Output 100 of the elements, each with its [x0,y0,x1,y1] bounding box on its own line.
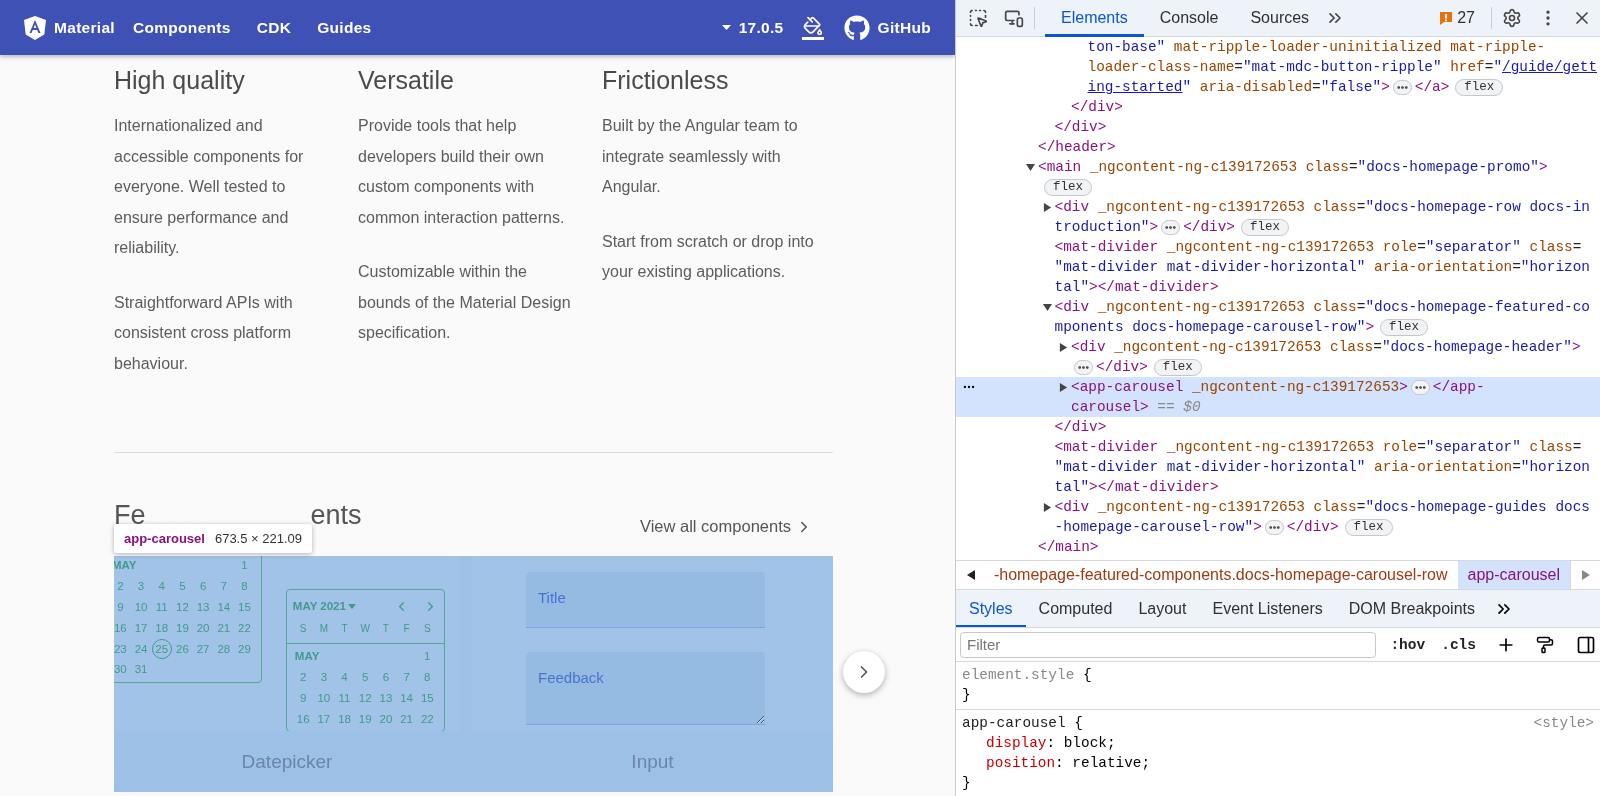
ellipsis-button[interactable] [1161,219,1181,235]
calendar-day[interactable]: 8 [417,667,438,687]
component-label[interactable]: Datepicker [114,731,460,792]
caret-down-icon[interactable] [1026,162,1035,172]
calendar-day[interactable]: 9 [293,687,314,708]
dom-node-row[interactable]: <app-carousel _ngcontent-ng-c139172653> </app- carousel> == $0 [956,377,1600,417]
calendar-day[interactable]: 21 [396,708,417,729]
home-link[interactable]: Material [24,15,115,40]
dom-node-row[interactable]: ton-base" mat-ripple-loader-uninitialized mat-ripple- loader-class-name="mat-mdc-button-ripple" href="/guide/gett ing-started" aria-disabled="false"> </a> flex [956,37,1600,97]
device-toolbar-icon[interactable] [1004,8,1024,28]
dom-node-row[interactable]: <mat-divider _ngcontent-ng-c139172653 role="separator" class= "mat-divider mat-divider-horizontal" aria-orientation="horizon tal"></mat-divider> [956,237,1600,297]
calendar-day[interactable]: 18 [334,708,355,729]
calendar-day[interactable]: 27 [193,638,214,659]
dom-node-row[interactable]: <mat-divider _ngcontent-ng-c139172653 role="separator" class= "mat-divider mat-divider-horizontal" aria-orientation="horizon tal"></mat-divider> [956,437,1600,497]
calendar-day[interactable]: 19 [355,708,376,729]
calendar-day[interactable]: 14 [213,597,234,617]
flex-badge[interactable]: flex [1455,78,1504,96]
calendar-day[interactable]: 12 [355,687,376,708]
calendar-day[interactable]: 17 [131,617,152,638]
calendar-day[interactable]: 20 [375,708,396,729]
calendar-day[interactable]: 17 [313,708,334,729]
devtools-tab[interactable]: Console [1143,0,1235,37]
panel-tab[interactable]: Styles [956,590,1026,627]
flex-badge[interactable]: flex [1380,318,1429,336]
sidebar-toggle-icon[interactable] [1576,634,1596,655]
flex-badge[interactable]: flex [1044,178,1092,196]
caret-right-icon[interactable] [1059,382,1068,392]
ellipsis-button[interactable] [1410,379,1430,395]
calendar-day[interactable]: 6 [193,576,214,597]
nav-link[interactable]: Guides [317,18,372,37]
component-label[interactable]: Input [472,731,833,792]
href-link[interactable]: /guide/gett [1502,59,1598,75]
calendar-day[interactable]: 26 [172,638,193,659]
dom-node-row[interactable]: <div _ngcontent-ng-c139172653 class="docs-homepage-header"> </div> flex [956,337,1600,377]
calendar-day[interactable]: 13 [375,687,396,708]
calendar-day[interactable]: 11 [334,687,355,708]
calendar-day[interactable]: 7 [213,576,234,597]
calendar-day[interactable]: 14 [396,687,417,708]
nav-link[interactable]: CDK [256,18,292,37]
href-link[interactable]: ing-started [1087,79,1183,95]
calendar-day[interactable]: 30 [114,659,131,680]
calendar-day[interactable]: 6 [375,667,396,687]
panel-tab[interactable]: Layout [1125,590,1200,627]
caret-right-icon[interactable] [1042,502,1052,512]
textarea-field[interactable]: Feedback [526,652,765,725]
dom-node-row[interactable]: <main _ngcontent-ng-c139172653 class="docs-homepage-promo"> flex [956,157,1600,197]
theme-picker-button[interactable] [801,15,824,40]
calendar-day[interactable]: 28 [213,638,234,659]
calendar-day[interactable]: 5 [355,667,376,687]
panel-tab[interactable]: DOM Breakpoints [1335,590,1488,627]
issues-button[interactable]: 27 [1433,8,1481,28]
devtools-tab[interactable]: Sources [1234,0,1326,37]
calendar-day[interactable]: 31 [131,659,152,680]
input-field[interactable]: Title [526,572,765,628]
inspect-element-icon[interactable] [968,8,988,28]
filter-field[interactable]: Filter [960,631,1377,658]
calendar-day[interactable]: 4 [151,576,172,597]
calendar-day[interactable]: 16 [114,617,131,638]
calendar-day[interactable]: 9 [114,597,131,617]
calendar-day[interactable]: 4 [334,667,355,687]
paint-roller-icon[interactable] [1536,635,1554,654]
filter-toggle-button[interactable]: :hov [1388,636,1428,653]
calendar-day[interactable]: 19 [172,617,193,638]
caret-down-icon[interactable] [1042,302,1052,312]
calendar-day[interactable]: 2 [293,667,314,687]
filter-toggle-button[interactable]: .cls [1439,636,1478,653]
calendar-day[interactable]: 7 [396,667,417,687]
version-selector[interactable]: 17.0.5 [721,18,784,37]
panel-tab[interactable]: Event Listeners [1199,590,1336,627]
calendar-day[interactable]: 22 [234,617,255,638]
github-link[interactable]: GitHub [843,14,931,41]
calendar-day[interactable]: 24 [131,638,152,659]
view-all-link[interactable]: View all components [639,517,833,536]
calendar-day[interactable]: 15 [417,687,438,708]
calendar-day[interactable]: 22 [417,708,438,729]
ellipsis-button[interactable] [1264,519,1284,535]
flex-badge[interactable]: flex [1153,358,1202,376]
calendar-day[interactable]: 3 [313,667,334,687]
calendar-day[interactable]: 3 [131,576,152,597]
breadcrumb[interactable]: app-carousel [1457,561,1570,589]
calendar-day[interactable]: 2 [114,576,131,597]
calendar-day[interactable]: 13 [193,597,214,617]
month-year-label[interactable]: MAY 2021 [292,600,346,612]
ellipsis-button[interactable] [1392,79,1412,95]
calendar-day[interactable]: 20 [193,617,214,638]
calendar-day[interactable]: 16 [293,708,314,729]
calendar-day[interactable]: 23 [114,638,131,659]
calendar-day[interactable]: 5 [172,576,193,597]
dom-node-row[interactable]: <div _ngcontent-ng-c139172653 class="docs-homepage-guides docs -homepage-carousel-row"> </div> flex [956,497,1600,537]
ellipsis-button[interactable] [1074,359,1093,375]
dom-node-row[interactable]: <div _ngcontent-ng-c139172653 class="docs-homepage-featured-co mponents docs-homepage-carousel-row"> flex [956,297,1600,337]
rule-source-link[interactable]: <style> [1533,713,1594,733]
caret-right-icon[interactable] [1042,202,1052,212]
calendar-day[interactable]: 10 [131,597,152,617]
calendar-day[interactable]: 10 [313,687,334,708]
devtools-tab[interactable]: Elements [1045,0,1144,37]
calendar-day[interactable]: 29 [234,638,255,659]
panel-tab[interactable]: Computed [1025,590,1126,627]
calendar-day[interactable]: 18 [151,617,172,638]
calendar-day[interactable]: 15 [234,597,255,617]
